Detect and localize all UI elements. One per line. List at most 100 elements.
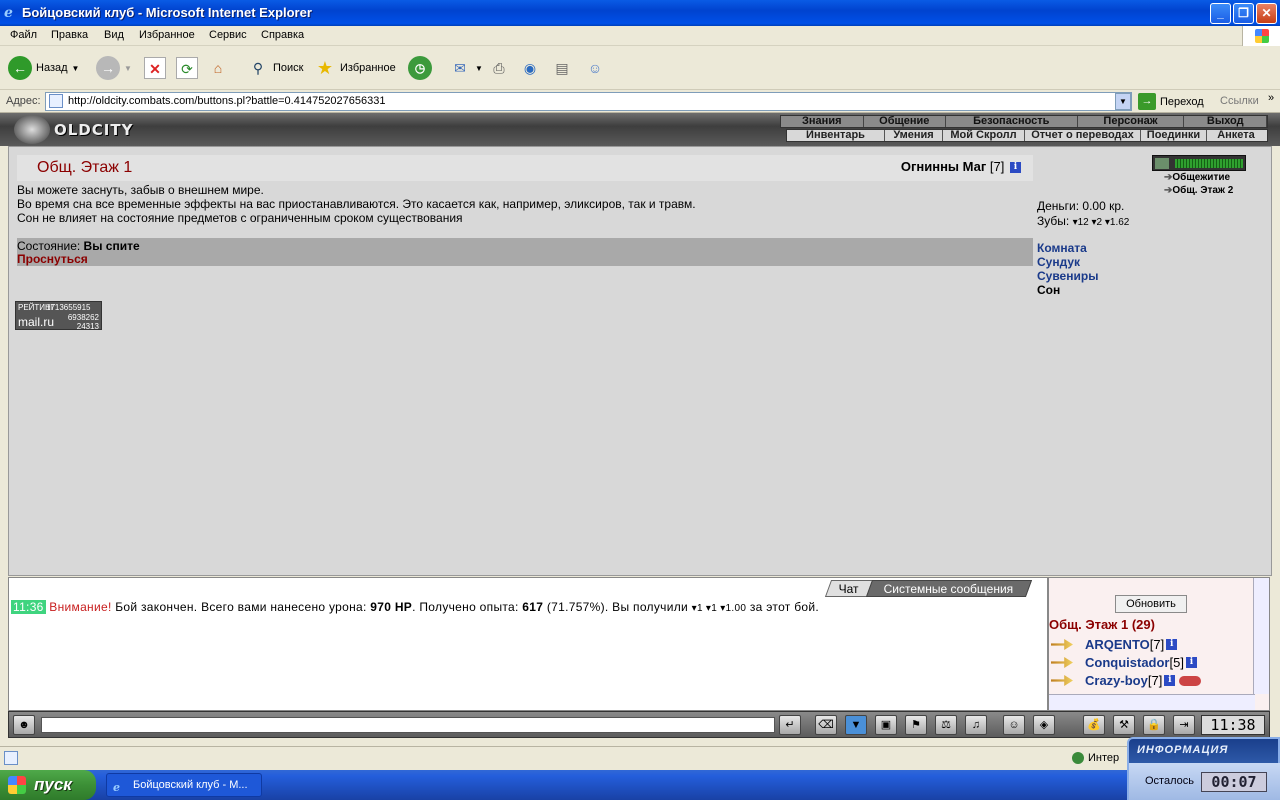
search-button[interactable]: ⚲ Поиск [247, 54, 304, 82]
nav-floor-2[interactable]: ➔Общ. Этаж 2 [1164, 185, 1233, 196]
teeth: Зубы: ▾12 ▾2 ▾1.62 [1037, 214, 1129, 228]
menu-chest[interactable]: Сундук [1037, 255, 1098, 269]
nav-transfers[interactable]: Отчет о переводах [1025, 130, 1141, 141]
address-input[interactable]: http://oldcity.combats.com/buttons.pl?ba… [45, 92, 1132, 111]
chat-head-icon[interactable]: ☻ [13, 715, 35, 735]
menu-help[interactable]: Справка [261, 29, 304, 41]
online-user[interactable]: Conquistador [5] i [1051, 655, 1197, 670]
nav-communication[interactable]: Общение [864, 116, 947, 127]
minimize-button[interactable]: _ [1210, 3, 1231, 24]
message-line: Вы можете заснуть, забыв о внешнем мире. [17, 183, 264, 197]
run-icon[interactable]: ⚑ [905, 715, 927, 735]
wake-up-link[interactable]: Проснуться [17, 252, 88, 266]
counter-n2: 6938262 [67, 313, 99, 322]
nav-security[interactable]: Безопасность [946, 116, 1078, 127]
home-button[interactable]: ⌂ [207, 54, 229, 82]
mail-dropdown-icon[interactable]: ▼ [475, 64, 483, 73]
stop-button[interactable]: ✕ [144, 54, 166, 82]
info-icon[interactable]: i [1166, 639, 1178, 650]
menu-view[interactable]: Вид [104, 29, 124, 41]
smiley-icon[interactable]: ☺ [1003, 715, 1025, 735]
info-icon[interactable]: i [1185, 657, 1197, 668]
print-button[interactable]: ⎙ [488, 54, 510, 82]
send-icon[interactable]: ↵ [779, 715, 801, 735]
tab-system-messages[interactable]: Системные сообщения [866, 580, 1033, 597]
exit-door-icon[interactable]: ⇥ [1173, 715, 1195, 735]
clear-icon[interactable]: ⌫ [815, 715, 837, 735]
favorites-label: Избранное [340, 62, 396, 74]
menu-room[interactable]: Комната [1037, 241, 1098, 255]
online-user[interactable]: ARQENTO [7] i [1051, 637, 1178, 652]
private-message-icon[interactable] [1051, 675, 1073, 686]
links-chevron-icon[interactable]: » [1268, 92, 1274, 104]
chat-input[interactable] [41, 717, 775, 733]
messenger-button[interactable]: ◉ [519, 54, 541, 82]
nav-exit[interactable]: Выход [1184, 116, 1268, 127]
maximize-button[interactable]: ❐ [1233, 3, 1254, 24]
back-button[interactable]: ← Назад ▼ [8, 54, 79, 82]
tab-chat[interactable]: Чат [824, 580, 873, 597]
go-arrow-icon: → [1138, 93, 1156, 110]
save-icon[interactable]: ▣ [875, 715, 897, 735]
nav-character[interactable]: Персонаж [1078, 116, 1185, 127]
chat-panel: Чат Системные сообщения 11:36 Внимание! … [8, 577, 1048, 711]
address-dropdown-icon[interactable]: ▼ [1115, 93, 1131, 110]
private-message-icon[interactable] [1051, 639, 1073, 650]
helmet-icon[interactable]: ◈ [1033, 715, 1055, 735]
refresh-button[interactable]: ⟳ [176, 54, 198, 82]
mail-button[interactable]: ✉ ▼ [449, 54, 483, 82]
forward-dropdown-icon[interactable]: ▼ [124, 64, 132, 73]
nav-dormitory[interactable]: ➔Общежитие [1164, 172, 1230, 183]
online-user[interactable]: Crazy-boy [7] i [1051, 673, 1202, 688]
trade-icon[interactable]: ⚖ [935, 715, 957, 735]
private-message-icon[interactable] [1051, 657, 1073, 668]
favorites-button[interactable]: ★ Избранное [314, 54, 396, 82]
menu-file[interactable]: Файл [10, 29, 37, 41]
info-icon[interactable]: i [1010, 162, 1021, 174]
filter-icon[interactable]: ▼ [845, 715, 867, 735]
refresh-online-button[interactable]: Обновить [1115, 595, 1187, 613]
internet-zone: Интер [1072, 752, 1119, 764]
user-name[interactable]: Огнинны Маг [901, 159, 986, 174]
links-button[interactable]: Ссылки [1220, 95, 1259, 107]
tools-icon[interactable]: ⚒ [1113, 715, 1135, 735]
nav-skills[interactable]: Умения [885, 130, 943, 141]
info-widget[interactable]: ИНФОРМАЦИЯ Осталось 00:07 [1127, 737, 1280, 800]
nav-scroll[interactable]: Мой Скролл [943, 130, 1025, 141]
game-logo[interactable]: OLDCITY [14, 115, 132, 144]
rating-counter[interactable]: РЕЙТИНГ 1713655915 mail.ru 6938262 24313 [15, 301, 102, 331]
sleep-message: Вы можете заснуть, забыв о внешнем мире.… [17, 183, 696, 225]
go-button[interactable]: → Переход [1138, 93, 1204, 110]
nav-knowledge[interactable]: Знания [781, 116, 864, 127]
sound-icon[interactable]: ♫ [965, 715, 987, 735]
back-dropdown-icon[interactable]: ▼ [72, 64, 80, 73]
nav-duels[interactable]: Поединки [1141, 130, 1207, 141]
user-name[interactable]: ARQENTO [1085, 637, 1150, 652]
menu-tools[interactable]: Сервис [209, 29, 247, 41]
menu-edit[interactable]: Правка [51, 29, 88, 41]
message-text-4: за этот бой. [746, 600, 819, 614]
info-icon[interactable]: i [1164, 675, 1176, 686]
forward-button[interactable]: → ▼ [96, 54, 132, 82]
close-button[interactable]: ✕ [1256, 3, 1277, 24]
money-bag-icon[interactable]: 💰 [1083, 715, 1105, 735]
contacts-button[interactable]: ☺ [584, 54, 606, 82]
user-name[interactable]: Crazy-boy [1085, 673, 1148, 688]
taskbar-ie-window[interactable]: e Бойцовский клуб - M... [106, 773, 262, 797]
menu-favorites[interactable]: Избранное [139, 29, 195, 41]
zone-label: Интер [1088, 752, 1120, 764]
window-titlebar[interactable]: e Бойцовский клуб - Microsoft Internet E… [0, 0, 1280, 26]
lock-icon[interactable]: 🔒 [1143, 715, 1165, 735]
history-button[interactable]: ◷ [408, 54, 432, 82]
edit-button[interactable]: ▤ [551, 54, 573, 82]
menu-souvenirs[interactable]: Сувениры [1037, 269, 1098, 283]
task-label: Бойцовский клуб - M... [133, 779, 248, 791]
message-time[interactable]: 11:36 [11, 600, 46, 614]
online-horizontal-scrollbar[interactable] [1049, 694, 1255, 710]
nav-profile[interactable]: Анкета [1207, 130, 1265, 141]
start-button[interactable]: пуск [0, 770, 96, 800]
online-vertical-scrollbar[interactable] [1253, 578, 1269, 694]
user-name[interactable]: Conquistador [1085, 655, 1170, 670]
nav-dormitory-label: Общежитие [1172, 172, 1231, 183]
nav-inventory[interactable]: Инвентарь [787, 130, 885, 141]
